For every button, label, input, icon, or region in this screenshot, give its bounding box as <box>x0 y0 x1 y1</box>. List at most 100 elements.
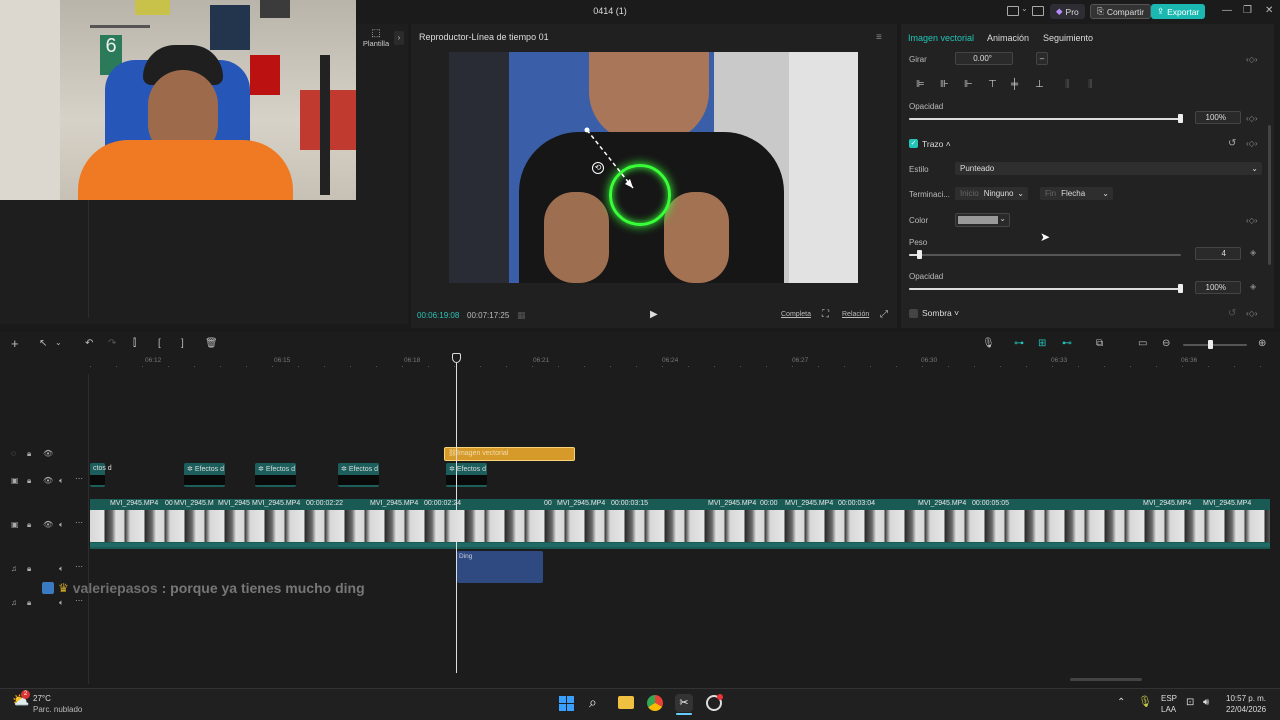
speaker-icon[interactable]: 🔈︎ <box>59 520 64 530</box>
keyframe-icon[interactable]: ◈ <box>1250 282 1256 291</box>
more-icon[interactable]: ⋯ <box>75 518 83 527</box>
trim-right-icon[interactable]: ] <box>181 338 184 349</box>
keyframe-icon[interactable]: ◈ <box>1250 248 1256 257</box>
minimize-icon[interactable]: — <box>1222 5 1232 16</box>
weight-slider[interactable] <box>909 254 1181 256</box>
effects-clip[interactable]: ✲ Efectos d <box>184 463 225 487</box>
language-bottom[interactable]: LAA <box>1161 705 1176 714</box>
shadow-checkbox[interactable] <box>909 309 918 318</box>
select-tool-icon[interactable]: ↖ <box>39 338 47 349</box>
shadow-section-toggle[interactable]: Sombra ˅ <box>922 308 959 318</box>
search-icon[interactable]: ⌕ <box>589 694 597 711</box>
zoom-slider-thumb[interactable] <box>1208 340 1213 349</box>
microphone-tray-icon[interactable]: 🎙 <box>1138 695 1152 708</box>
volume-icon[interactable]: 🔊︎ <box>1203 697 1209 708</box>
eye-icon[interactable]: 👁︎ <box>43 476 53 485</box>
keyframe-icon[interactable]: ‹◇› <box>1246 55 1257 64</box>
export-button[interactable]: ⇪ Exportar <box>1151 4 1206 19</box>
lock-icon[interactable]: 🔒︎ <box>27 449 31 459</box>
share-button[interactable]: ⎘ Compartir <box>1090 4 1152 19</box>
effects-clip[interactable]: ✲ Efectos d <box>255 463 296 487</box>
weight-input[interactable]: 4 <box>1195 247 1241 260</box>
lock-icon[interactable]: 🔒︎ <box>27 520 31 530</box>
snap-icon[interactable]: ⊷ <box>1062 338 1072 349</box>
full-quality-button[interactable]: Completa <box>781 311 811 318</box>
network-icon[interactable]: ⊡ <box>1186 697 1194 708</box>
vector-arrow[interactable] <box>449 52 858 283</box>
align-top-icon[interactable]: ⊤ <box>988 79 997 90</box>
zoom-in-icon[interactable]: ⊕ <box>1258 338 1266 349</box>
audio-clip-ding[interactable]: Ding <box>457 551 543 583</box>
align-center-icon[interactable]: ⊪ <box>940 79 949 90</box>
rotate-flip-button[interactable]: – <box>1036 52 1048 65</box>
more-icon[interactable]: ⋯ <box>75 474 83 483</box>
speaker-icon[interactable]: 🔈︎ <box>59 476 64 486</box>
more-icon[interactable]: ⋯ <box>75 596 83 605</box>
caption-icon[interactable]: ▭ <box>1138 338 1147 349</box>
grid-icon[interactable]: ▦ <box>517 310 526 321</box>
lock-icon[interactable]: 🔒︎ <box>27 598 31 608</box>
split-icon[interactable]: ⫿ <box>133 338 136 349</box>
reset-icon[interactable]: ↺ <box>1228 138 1236 149</box>
stroke-checkbox[interactable]: ✓ <box>909 139 918 148</box>
menu-icon[interactable]: ≡ <box>876 32 882 43</box>
end-dropdown[interactable]: Fin Flecha ⌄ <box>1040 187 1113 200</box>
reset-icon[interactable]: ↺ <box>1228 308 1236 319</box>
zoom-out-icon[interactable]: ⊖ <box>1162 338 1170 349</box>
align-left-icon[interactable]: ⊫ <box>916 79 925 90</box>
tab-animation[interactable]: Animación <box>987 33 1029 43</box>
rotate-input[interactable]: 0.00° <box>955 52 1013 65</box>
clock-date[interactable]: 22/04/2026 <box>1226 705 1266 714</box>
trim-left-icon[interactable]: [ <box>158 338 161 349</box>
style-dropdown[interactable]: Punteado ⌄ <box>955 162 1262 175</box>
play-icon[interactable]: ▶ <box>650 309 658 320</box>
playhead-handle[interactable] <box>452 353 461 363</box>
keyframe-icon[interactable]: ‹◇› <box>1246 216 1257 225</box>
color-picker[interactable]: ⌄ <box>955 213 1010 227</box>
inspector-scrollbar[interactable] <box>1268 125 1271 265</box>
opacity2-input[interactable]: 100% <box>1195 281 1241 294</box>
delete-icon[interactable]: 🗑 <box>205 338 218 349</box>
eye-icon[interactable]: 👁︎ <box>43 520 53 529</box>
chrome-icon[interactable] <box>647 695 663 711</box>
opacity-slider-thumb[interactable] <box>1178 114 1183 123</box>
effects-clip[interactable]: ctos d <box>90 463 112 487</box>
zoom-slider[interactable] <box>1183 344 1247 346</box>
timeline-scrollbar[interactable] <box>1070 678 1142 681</box>
weight-slider-thumb[interactable] <box>917 250 922 259</box>
capcut-icon[interactable]: ✂ <box>675 694 693 712</box>
align-bottom-icon[interactable]: ⊥ <box>1035 79 1044 90</box>
video-preview[interactable]: ⟲ <box>449 52 858 283</box>
restore-icon[interactable]: ❐ <box>1243 5 1252 16</box>
lock-icon[interactable]: 🔒︎ <box>27 476 31 486</box>
tab-vector-image[interactable]: Imagen vectorial <box>908 33 974 43</box>
opacity-input[interactable]: 100% <box>1195 111 1241 124</box>
chevron-right-icon[interactable]: › <box>394 31 404 45</box>
microphone-icon[interactable]: 🎙 <box>982 338 995 349</box>
keyframe-icon[interactable]: ‹◇› <box>1246 139 1257 148</box>
effects-clip[interactable]: ✲ Efectos d <box>446 463 487 487</box>
chevron-down-icon[interactable]: ⌄ <box>55 338 62 347</box>
preview-axis-icon[interactable]: ⧉ <box>1096 338 1103 349</box>
shortcut-icon[interactable] <box>1032 6 1044 16</box>
keyframe-icon[interactable]: ‹◇› <box>1246 309 1257 318</box>
template-button[interactable]: ⬚ Plantilla <box>358 28 394 48</box>
stroke-section-toggle[interactable]: Trazo ˄ <box>922 139 951 149</box>
language-top[interactable]: ESP <box>1161 694 1177 703</box>
crop-icon[interactable]: ⛶ <box>822 309 829 320</box>
file-explorer-icon[interactable] <box>618 696 634 709</box>
chevron-down-icon[interactable]: ⌄ <box>1021 4 1028 13</box>
speaker-icon[interactable]: 🔈︎ <box>59 564 64 574</box>
pro-button[interactable]: ◆ Pro <box>1050 4 1085 19</box>
start-dropdown[interactable]: Inicio Ninguno ⌄ <box>955 187 1028 200</box>
magnet-icon[interactable]: ⊶ <box>1014 338 1024 349</box>
eye-icon[interactable]: 👁︎ <box>43 449 53 458</box>
ratio-button[interactable]: Relación <box>842 311 869 318</box>
lock-icon[interactable]: 🔒︎ <box>27 564 31 574</box>
effects-clip[interactable]: ✲ Efectos d <box>338 463 379 487</box>
close-icon[interactable]: ✕ <box>1265 5 1273 16</box>
vector-image-clip[interactable]: ⛓ Imagen vectorial <box>444 447 575 461</box>
rotate-handle-icon[interactable]: ⟲ <box>592 162 604 174</box>
link-icon[interactable]: ⊞ <box>1038 338 1046 349</box>
align-right-icon[interactable]: ⊩ <box>964 79 973 90</box>
